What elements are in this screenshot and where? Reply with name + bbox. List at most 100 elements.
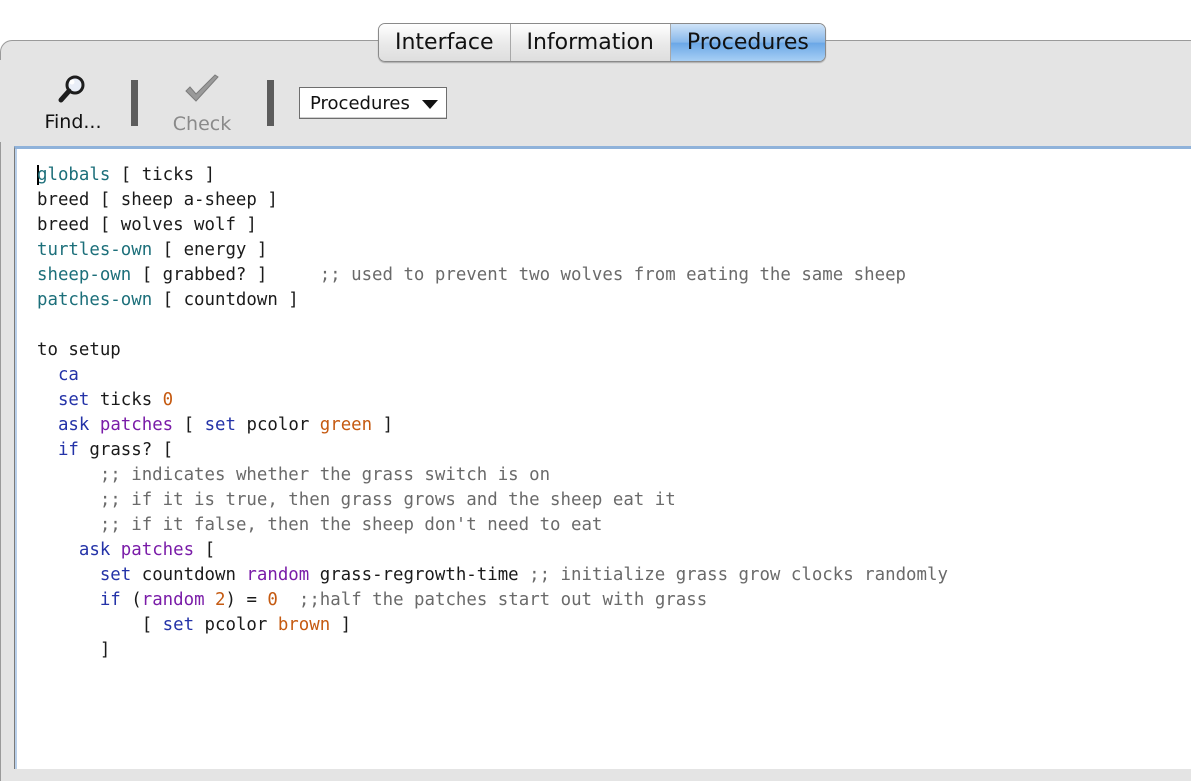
find-label: Find...: [44, 111, 102, 133]
tab-bar: Interface Information Procedures: [378, 23, 826, 62]
code-line: patches-own [ countdown ]: [37, 288, 948, 313]
triangle-down-icon: [422, 100, 438, 109]
code-line: ]: [37, 638, 948, 663]
code-token: ) =: [225, 590, 268, 610]
code-token: [: [194, 540, 216, 560]
code-token: ;;half the patches start out with grass: [298, 590, 708, 610]
code-token: to setup: [37, 340, 121, 360]
code-token: random: [141, 590, 205, 610]
code-line: ;; if it is true, then grass grows and t…: [37, 488, 948, 513]
toolbar-separator: [131, 80, 138, 126]
code-token: ;; used to prevent two wolves from eatin…: [319, 265, 907, 285]
code-line: ;; if it false, then the sheep don't nee…: [37, 513, 948, 538]
code-line: to setup: [37, 338, 948, 363]
code-line: breed [ sheep a-sheep ]: [37, 188, 948, 213]
code-token: brown: [277, 615, 331, 635]
code-token: sheep-own: [37, 265, 132, 285]
code-token: pcolor: [194, 615, 278, 635]
code-text: globals [ ticks ] breed [ sheep a-sheep ]…: [37, 163, 948, 663]
checkmark-icon: [185, 74, 219, 102]
code-token: grass? [: [78, 440, 174, 460]
code-token: grass-regrowth-time: [309, 565, 530, 585]
code-token: if: [57, 440, 79, 460]
code-line: ;; indicates whether the grass switch is…: [37, 463, 948, 488]
code-token: turtles-own: [37, 240, 153, 260]
check-button[interactable]: Check: [162, 74, 242, 135]
code-token: ]: [37, 640, 111, 660]
code-line: globals [ ticks ]: [37, 163, 948, 188]
procedures-dropdown-label: Procedures: [310, 93, 410, 114]
code-token: ]: [372, 415, 394, 435]
procedures-dropdown[interactable]: Procedures: [299, 87, 447, 119]
code-token: [: [173, 415, 205, 435]
code-token: set: [99, 565, 132, 585]
code-token: breed [ sheep a-sheep ]: [37, 190, 278, 210]
code-line: set countdown random grass-regrowth-time…: [37, 563, 948, 588]
toolbar-separator: [267, 80, 274, 126]
code-token: patches: [99, 415, 174, 435]
code-token: 2: [215, 590, 226, 610]
code-token: green: [319, 415, 373, 435]
code-token: patches: [120, 540, 195, 560]
code-token: [: [37, 615, 163, 635]
code-token: breed [ wolves wolf ]: [37, 215, 257, 235]
code-line: set ticks 0: [37, 388, 948, 413]
code-line: if grass? [: [37, 438, 948, 463]
code-line: [ set pcolor brown ]: [37, 613, 948, 638]
code-token: ticks: [89, 390, 163, 410]
code-token: set: [57, 390, 90, 410]
code-token: ;; initialize grass grow clocks randomly: [529, 565, 948, 585]
tab-information[interactable]: Information: [510, 24, 671, 61]
toolbar: Find... Check Procedures: [0, 60, 1191, 142]
code-token: ]: [330, 615, 352, 635]
code-token: set: [204, 415, 236, 435]
code-token: [ countdown ]: [152, 290, 299, 310]
code-token: 0: [267, 590, 278, 610]
code-token: ca: [57, 365, 79, 385]
code-line: ca: [37, 363, 948, 388]
code-token: ask: [57, 415, 90, 435]
code-token: ;; indicates whether the grass switch is…: [99, 465, 551, 485]
check-label: Check: [172, 113, 232, 135]
code-token: ask: [78, 540, 111, 560]
code-token: globals: [37, 165, 111, 185]
code-token: countdown: [131, 565, 247, 585]
code-token: set: [162, 615, 195, 635]
code-token: [ energy ]: [152, 240, 268, 260]
code-line: if (random 2) = 0 ;;half the patches sta…: [37, 588, 948, 613]
code-token: pcolor: [236, 415, 320, 435]
find-button[interactable]: Find...: [38, 74, 108, 133]
tab-procedures[interactable]: Procedures: [670, 24, 825, 61]
code-token: [ grabbed? ]: [131, 265, 320, 285]
code-line: ask patches [ set pcolor green ]: [37, 413, 948, 438]
magnifier-icon: [58, 75, 85, 103]
code-token: ;; if it is true, then grass grows and t…: [99, 490, 676, 510]
code-token: if: [99, 590, 121, 610]
code-token: ;; if it false, then the sheep don't nee…: [99, 515, 603, 535]
code-line: ask patches [: [37, 538, 948, 563]
code-token: (: [120, 590, 142, 610]
code-token: [ ticks ]: [110, 165, 215, 185]
code-token: random: [246, 565, 310, 585]
tab-interface[interactable]: Interface: [379, 24, 511, 61]
code-line: sheep-own [ grabbed? ] ;; used to preven…: [37, 263, 948, 288]
code-line: turtles-own [ energy ]: [37, 238, 948, 263]
code-token: 0: [162, 390, 174, 410]
code-token: patches-own: [37, 290, 153, 310]
code-editor[interactable]: globals [ ticks ] breed [ sheep a-sheep ]…: [14, 146, 1191, 769]
